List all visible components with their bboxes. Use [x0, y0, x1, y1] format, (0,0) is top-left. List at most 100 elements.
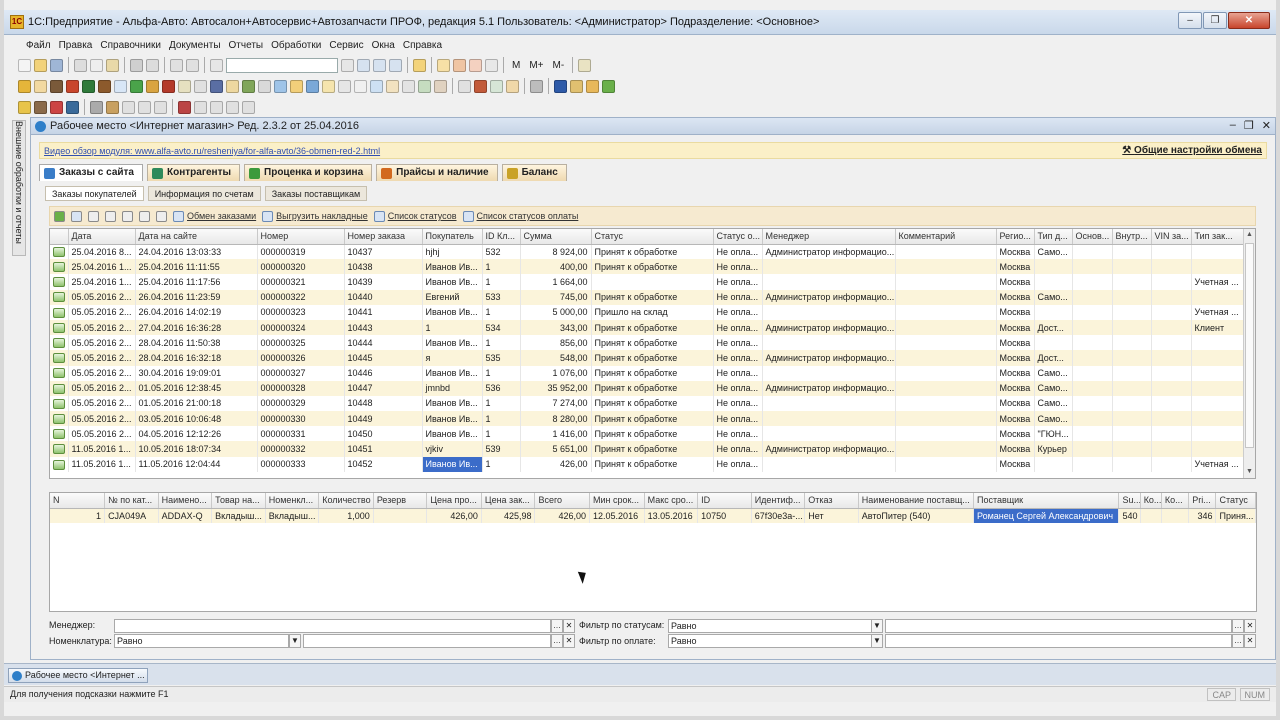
table-cell[interactable]: 000000323: [257, 304, 345, 320]
column-header[interactable]: Наимено...: [158, 493, 213, 509]
table-cell[interactable]: Нет: [804, 508, 859, 524]
table-cell[interactable]: 05.05.2016 2...: [68, 411, 136, 427]
order-items-table[interactable]: N № по кат... Наимено... Товар на... Номенкл…: [49, 492, 1257, 612]
column-header[interactable]: № по кат...: [104, 493, 159, 509]
external-processing-panel[interactable]: Внешние обработки и отчеты: [12, 120, 26, 256]
table-cell[interactable]: [1151, 274, 1192, 290]
cash-icon[interactable]: [146, 79, 159, 93]
payment-filter-condition[interactable]: Равно: [668, 634, 873, 648]
table-cell[interactable]: 426,00: [534, 508, 591, 524]
table-cell[interactable]: [1034, 274, 1073, 290]
column-header[interactable]: Статус о...: [713, 229, 763, 245]
edit-icon[interactable]: [54, 210, 65, 222]
upload-invoices-button[interactable]: Выгрузить накладные: [262, 210, 368, 222]
table-cell[interactable]: 000000329: [257, 395, 345, 412]
nomenclature-condition[interactable]: Равно: [114, 634, 289, 648]
doc-icon[interactable]: [290, 79, 303, 93]
search-input[interactable]: [226, 57, 338, 73]
table-cell[interactable]: 000000321: [257, 274, 345, 290]
table-row[interactable]: 05.05.2016 2... 04.05.2016 12:12:26 000000…: [50, 426, 1246, 442]
table-row[interactable]: 05.05.2016 2... 27.04.2016 16:36:28 000000…: [50, 319, 1246, 336]
table-cell[interactable]: [1151, 365, 1192, 381]
refresh-icon[interactable]: [389, 58, 402, 72]
table-cell[interactable]: Не опла...: [713, 350, 763, 366]
table-cell[interactable]: 1: [482, 335, 521, 351]
doc-icon[interactable]: [306, 79, 319, 93]
table-cell[interactable]: 346: [1188, 508, 1217, 524]
column-header[interactable]: Резерв: [373, 493, 428, 509]
table-cell[interactable]: [1151, 426, 1192, 442]
table-cell[interactable]: [1151, 319, 1192, 336]
column-header[interactable]: Дата на сайте: [135, 229, 258, 245]
table-cell[interactable]: [762, 411, 896, 427]
table-cell[interactable]: [1112, 426, 1152, 442]
table-cell[interactable]: [1191, 335, 1246, 351]
doc-icon[interactable]: [18, 79, 31, 93]
scale-icon[interactable]: [485, 58, 498, 72]
table-cell[interactable]: [1072, 274, 1113, 290]
column-header[interactable]: Цена про...: [426, 493, 482, 509]
column-header[interactable]: [50, 229, 69, 245]
table-cell[interactable]: 25.04.2016 8...: [68, 244, 136, 260]
doc-icon[interactable]: [122, 100, 135, 114]
column-header[interactable]: Цена зак...: [481, 493, 536, 509]
table-cell[interactable]: Не опла...: [713, 426, 763, 442]
table-cell[interactable]: 25.04.2016 1...: [68, 259, 136, 275]
table-cell[interactable]: 12.05.2016: [589, 508, 645, 524]
table-cell[interactable]: Не опла...: [713, 319, 763, 336]
table-cell[interactable]: [1112, 289, 1152, 305]
table-cell[interactable]: [1191, 441, 1246, 457]
table-row[interactable]: 05.05.2016 2... 28.04.2016 11:50:38 000000…: [50, 335, 1246, 351]
table-cell[interactable]: 26.04.2016 11:23:59: [135, 289, 258, 305]
table-cell[interactable]: Не опла...: [713, 380, 763, 396]
table-cell[interactable]: 30.04.2016 19:09:01: [135, 365, 258, 381]
table-cell[interactable]: 400,00: [520, 259, 592, 275]
table-cell[interactable]: [1151, 304, 1192, 320]
table-cell[interactable]: 27.04.2016 16:36:28: [135, 319, 258, 336]
table-cell[interactable]: [895, 259, 997, 275]
table-cell[interactable]: 000000333: [257, 456, 345, 472]
table-cell[interactable]: [1151, 289, 1192, 305]
scroll-thumb[interactable]: [1245, 243, 1254, 448]
table-row[interactable]: 05.05.2016 2... 30.04.2016 19:09:01 000000…: [50, 365, 1246, 381]
table-cell[interactable]: 426,00: [520, 456, 592, 472]
table-cell[interactable]: 1 076,00: [520, 365, 592, 381]
table-cell[interactable]: 28.04.2016 11:50:38: [135, 335, 258, 351]
menu-service[interactable]: Сервис: [325, 38, 367, 54]
table-cell[interactable]: 35 952,00: [520, 380, 592, 396]
column-header[interactable]: VIN за...: [1151, 229, 1192, 245]
table-cell[interactable]: ADDAX-Q: [158, 508, 213, 524]
tools-icon[interactable]: [90, 100, 103, 114]
doc-icon[interactable]: [226, 100, 239, 114]
tools-icon[interactable]: [106, 100, 119, 114]
table-cell[interactable]: [1112, 441, 1152, 457]
select-button[interactable]: …: [551, 634, 563, 648]
table-cell[interactable]: 10437: [344, 244, 423, 260]
table-icon[interactable]: [194, 79, 207, 93]
column-header[interactable]: Комментарий: [895, 229, 997, 245]
table-cell[interactable]: Москва: [996, 395, 1035, 412]
cut-icon[interactable]: [74, 58, 87, 72]
table-cell[interactable]: [1191, 350, 1246, 366]
table-cell[interactable]: 000000319: [257, 244, 345, 260]
table-cell[interactable]: [1191, 259, 1246, 275]
table-cell[interactable]: 533: [482, 289, 521, 305]
table-cell[interactable]: [1034, 304, 1073, 320]
column-header[interactable]: Ко...: [1140, 493, 1162, 509]
car-icon[interactable]: [66, 79, 79, 93]
table-cell[interactable]: [1034, 456, 1073, 472]
table-cell[interactable]: 343,00: [520, 319, 592, 336]
table-cell[interactable]: [895, 426, 997, 442]
table-cell[interactable]: 11.05.2016 12:04:44: [135, 456, 258, 472]
doc-icon[interactable]: [418, 79, 431, 93]
nomenclature-input[interactable]: [303, 634, 551, 648]
table-cell[interactable]: 1: [482, 395, 521, 412]
doc-icon[interactable]: [34, 79, 47, 93]
table-cell[interactable]: Не опла...: [713, 335, 763, 351]
table-cell[interactable]: 000000330: [257, 411, 345, 427]
table-cell[interactable]: [1151, 380, 1192, 396]
table-cell[interactable]: Администратор информацио...: [762, 319, 896, 336]
column-header[interactable]: Сумма: [520, 229, 592, 245]
table-cell[interactable]: 10448: [344, 395, 423, 412]
table-cell[interactable]: Учетная ...: [1191, 456, 1246, 472]
